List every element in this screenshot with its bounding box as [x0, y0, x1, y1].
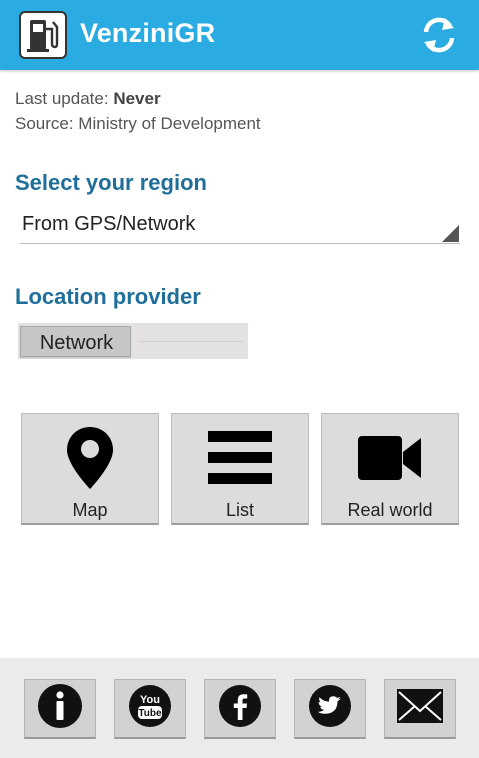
- svg-text:You: You: [140, 694, 160, 706]
- info-button[interactable]: [24, 679, 96, 739]
- real-world-button[interactable]: Real world: [321, 413, 459, 525]
- provider-toggle[interactable]: Network: [18, 323, 248, 359]
- list-icon: [172, 422, 308, 494]
- twitter-icon: [308, 684, 352, 733]
- spinner-arrow-icon: [442, 225, 459, 242]
- provider-heading: Location provider: [15, 284, 201, 309]
- map-button[interactable]: Map: [21, 413, 159, 525]
- video-camera-icon: [322, 422, 458, 494]
- last-update-value: Never: [113, 89, 161, 108]
- fuel-pump-icon: [19, 11, 67, 59]
- twitter-button[interactable]: [294, 679, 366, 739]
- facebook-icon: [218, 684, 262, 733]
- toggle-thumb[interactable]: Network: [20, 326, 131, 357]
- region-spinner[interactable]: From GPS/Network: [20, 208, 460, 244]
- region-spinner-value: From GPS/Network: [22, 213, 196, 235]
- last-update-label: Last update:: [15, 89, 109, 108]
- toggle-track: [138, 341, 243, 342]
- map-pin-icon: [22, 422, 158, 494]
- footer-bar: You Tube: [0, 658, 479, 758]
- refresh-icon[interactable]: [418, 14, 460, 56]
- action-bar: VenziniGR: [0, 0, 479, 70]
- list-button[interactable]: List: [171, 413, 309, 525]
- info-icon: [37, 683, 83, 734]
- list-button-label: List: [225, 500, 254, 520]
- youtube-icon: You Tube: [128, 684, 172, 733]
- map-button-label: Map: [72, 500, 108, 520]
- svg-text:Tube: Tube: [138, 708, 162, 719]
- facebook-button[interactable]: [204, 679, 276, 739]
- youtube-button[interactable]: You Tube: [114, 679, 186, 739]
- last-update-line: Last update: Never: [15, 89, 161, 109]
- region-heading: Select your region: [15, 170, 207, 195]
- source-line: Source: Ministry of Development: [15, 114, 261, 133]
- mail-button[interactable]: [384, 679, 456, 739]
- app-title: VenziniGR: [80, 18, 216, 48]
- real-world-button-label: Real world: [347, 500, 433, 520]
- mail-icon: [395, 686, 445, 731]
- provider-toggle-label: Network: [39, 332, 114, 354]
